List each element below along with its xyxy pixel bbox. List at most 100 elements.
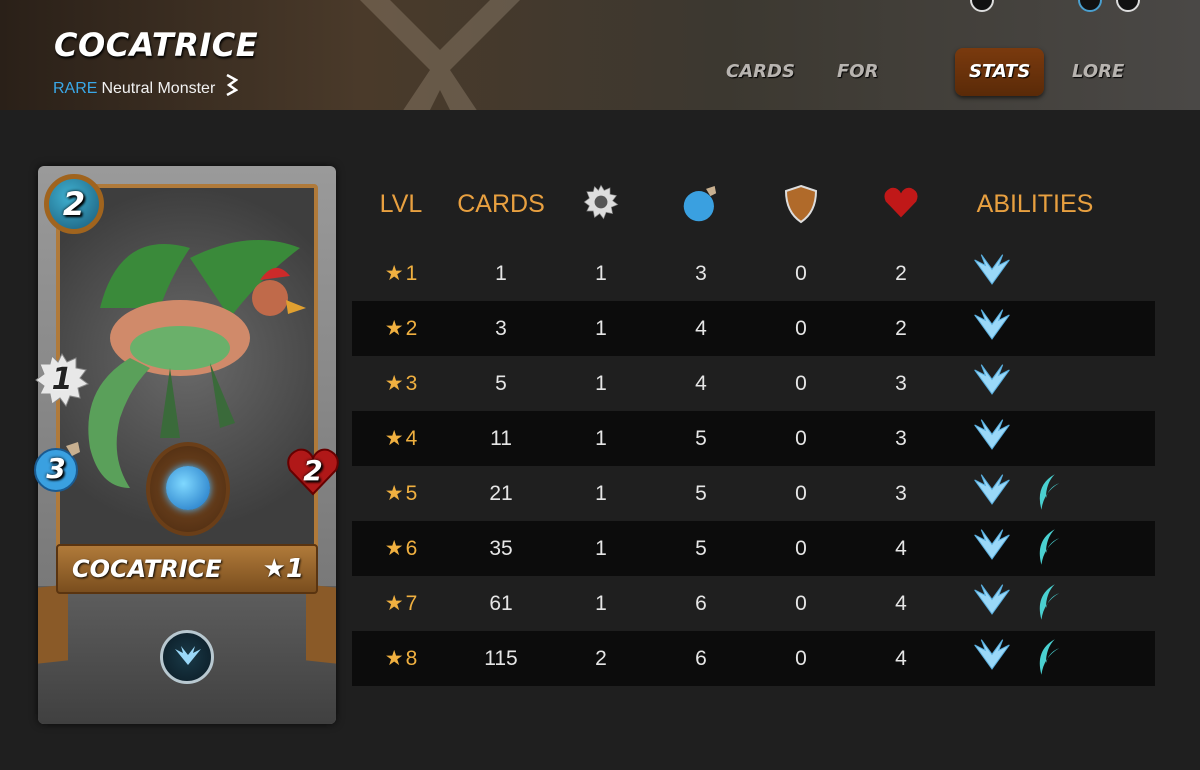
cell-armor: 0 xyxy=(795,647,807,670)
cell-armor: 0 xyxy=(795,262,807,285)
user-icon[interactable] xyxy=(970,0,994,12)
level-value: 5 xyxy=(405,482,418,505)
cell-speed: 4 xyxy=(695,317,707,340)
cell-speed: 5 xyxy=(695,427,707,450)
flying-icon[interactable] xyxy=(972,527,1012,572)
cell-attack: 1 xyxy=(595,537,607,560)
speed-badge: 3 xyxy=(34,440,84,494)
cell-cards: 61 xyxy=(489,592,513,615)
cell-lvl: ★5 xyxy=(385,466,418,521)
cell-health: 4 xyxy=(895,647,907,670)
table-header-row: LVL CARDS ABILITIES xyxy=(352,176,1155,246)
dodge-icon[interactable] xyxy=(1030,582,1064,627)
table-row: ★2 3 1 4 0 2 xyxy=(352,301,1155,356)
dodge-icon[interactable] xyxy=(1030,527,1064,572)
card-header: COCATRICE RARE Neutral Monster CARDS FOR … xyxy=(0,0,1200,110)
attack-value: 1 xyxy=(51,362,73,397)
cell-health: 3 xyxy=(895,482,907,505)
mana-cost-value: 2 xyxy=(62,185,86,223)
cell-cards: 1 xyxy=(495,262,507,285)
header-crest-decoration xyxy=(360,0,520,110)
cell-cards: 3 xyxy=(495,317,507,340)
cell-speed: 3 xyxy=(695,262,707,285)
table-body: ★1 1 1 3 0 2 ★2 3 1 4 0 2 ★3 5 1 4 0 3 ★4 11 1 5 0 3 ★5 21 1 5 0 3 ★6 3… xyxy=(352,246,1155,686)
cell-attack: 1 xyxy=(595,372,607,395)
header-lvl: LVL xyxy=(379,190,423,218)
melee-attack-badge: 1 xyxy=(34,352,90,408)
flying-icon[interactable] xyxy=(972,582,1012,627)
cell-health: 2 xyxy=(895,317,907,340)
cell-abilities xyxy=(972,472,1064,516)
dodge-icon[interactable] xyxy=(1030,637,1064,682)
table-row: ★8 115 2 6 0 4 xyxy=(352,631,1155,686)
cell-health: 4 xyxy=(895,592,907,615)
table-row: ★5 21 1 5 0 3 xyxy=(352,466,1155,521)
tab-cards[interactable]: CARDS xyxy=(706,48,815,96)
cell-abilities xyxy=(972,252,1012,296)
table-row: ★3 5 1 4 0 3 xyxy=(352,356,1155,411)
cell-lvl: ★3 xyxy=(385,356,418,411)
top-icons xyxy=(970,0,1140,12)
level-value: 8 xyxy=(405,647,418,670)
cell-armor: 0 xyxy=(795,427,807,450)
star-icon: ★ xyxy=(384,482,404,505)
flying-icon[interactable] xyxy=(972,307,1012,352)
edition-icon xyxy=(226,73,239,101)
cell-attack: 1 xyxy=(595,482,607,505)
star-icon: ★ xyxy=(384,592,404,615)
flying-icon[interactable] xyxy=(972,252,1012,297)
cell-abilities xyxy=(972,362,1012,406)
tab-for-sale[interactable]: FOR SALE xyxy=(817,48,908,110)
cell-lvl: ★8 xyxy=(385,631,418,686)
tab-lore[interactable]: LORE xyxy=(1052,48,1144,96)
neutral-emblem xyxy=(146,442,230,536)
cell-speed: 6 xyxy=(695,647,707,670)
cell-cards: 115 xyxy=(484,647,518,670)
cell-health: 4 xyxy=(895,537,907,560)
card-subtitle: RARE Neutral Monster xyxy=(53,73,239,101)
level-value: 2 xyxy=(405,317,418,340)
speed-value: 3 xyxy=(46,452,66,485)
header-cards: CARDS xyxy=(457,190,545,218)
tab-stats[interactable]: STATS xyxy=(955,48,1045,96)
cell-cards: 5 xyxy=(495,372,507,395)
menu-icon[interactable] xyxy=(1116,0,1140,12)
level-value: 1 xyxy=(405,262,418,285)
cell-attack: 1 xyxy=(595,427,607,450)
cell-armor: 0 xyxy=(795,317,807,340)
mana-cost-badge: 2 xyxy=(44,174,104,234)
cell-speed: 5 xyxy=(695,482,707,505)
stats-table: LVL CARDS ABILITIES ★1 1 1 3 0 2 ★2 3 1 4 0 2 ★3 5 1 4 0… xyxy=(352,176,1155,686)
speed-icon xyxy=(683,186,717,222)
card-ability-slot[interactable] xyxy=(160,630,214,684)
ribbon-right xyxy=(306,584,336,664)
cell-health: 3 xyxy=(895,372,907,395)
health-badge: 2 xyxy=(286,444,340,498)
flying-icon[interactable] xyxy=(972,362,1012,407)
cell-armor: 0 xyxy=(795,482,807,505)
cell-lvl: ★7 xyxy=(385,576,418,631)
cell-lvl: ★2 xyxy=(385,301,418,356)
cell-abilities xyxy=(972,307,1012,351)
flying-icon[interactable] xyxy=(972,417,1012,462)
cell-armor: 0 xyxy=(795,592,807,615)
currency-icon[interactable] xyxy=(1078,0,1102,12)
cell-speed: 6 xyxy=(695,592,707,615)
cell-lvl: ★6 xyxy=(385,521,418,576)
monster-card: 2 1 3 2 COCATRICE ★1 xyxy=(34,166,339,724)
star-icon: ★ xyxy=(384,537,404,560)
card-level: ★1 xyxy=(262,554,304,584)
cell-abilities xyxy=(972,527,1064,571)
cell-attack: 1 xyxy=(595,262,607,285)
flying-icon[interactable] xyxy=(972,472,1012,517)
level-value: 6 xyxy=(405,537,418,560)
star-icon: ★ xyxy=(384,317,404,340)
cell-armor: 0 xyxy=(795,372,807,395)
cell-attack: 1 xyxy=(595,592,607,615)
cell-abilities xyxy=(972,582,1064,626)
table-row: ★1 1 1 3 0 2 xyxy=(352,246,1155,301)
flying-icon[interactable] xyxy=(972,637,1012,682)
ribbon-left xyxy=(38,584,68,664)
cell-cards: 21 xyxy=(489,482,513,505)
dodge-icon[interactable] xyxy=(1030,472,1064,517)
